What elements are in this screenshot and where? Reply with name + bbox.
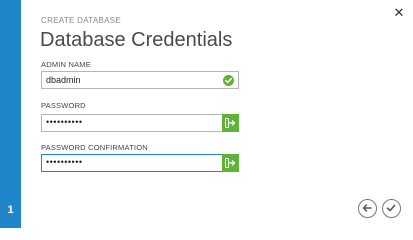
close-button[interactable]: ✕ [392,6,406,20]
password-confirmation-input[interactable]: •••••••••• [41,154,239,172]
key-icon [222,114,239,132]
password-value: •••••••••• [46,117,83,127]
arrow-left-icon [362,204,372,212]
password-input[interactable]: •••••••••• [41,114,239,132]
check-icon [386,204,396,212]
password-label: PASSWORD [41,101,86,110]
page-title: Database Credentials [40,29,233,51]
admin-name-value: dbadmin [46,75,81,85]
check-circle-icon [223,75,234,86]
back-button[interactable] [358,199,377,218]
wizard-sidebar: 1 [0,0,21,228]
close-icon: ✕ [393,5,405,20]
key-icon [222,154,239,172]
finish-button[interactable] [382,199,401,218]
step-number: 1 [7,204,14,216]
wizard-subtitle: CREATE DATABASE [41,16,122,25]
password-confirmation-value: •••••••••• [46,157,83,167]
admin-name-label: ADMIN NAME [41,60,91,69]
password-confirmation-label: PASSWORD CONFIRMATION [41,143,148,152]
admin-name-input[interactable]: dbadmin [41,71,239,89]
